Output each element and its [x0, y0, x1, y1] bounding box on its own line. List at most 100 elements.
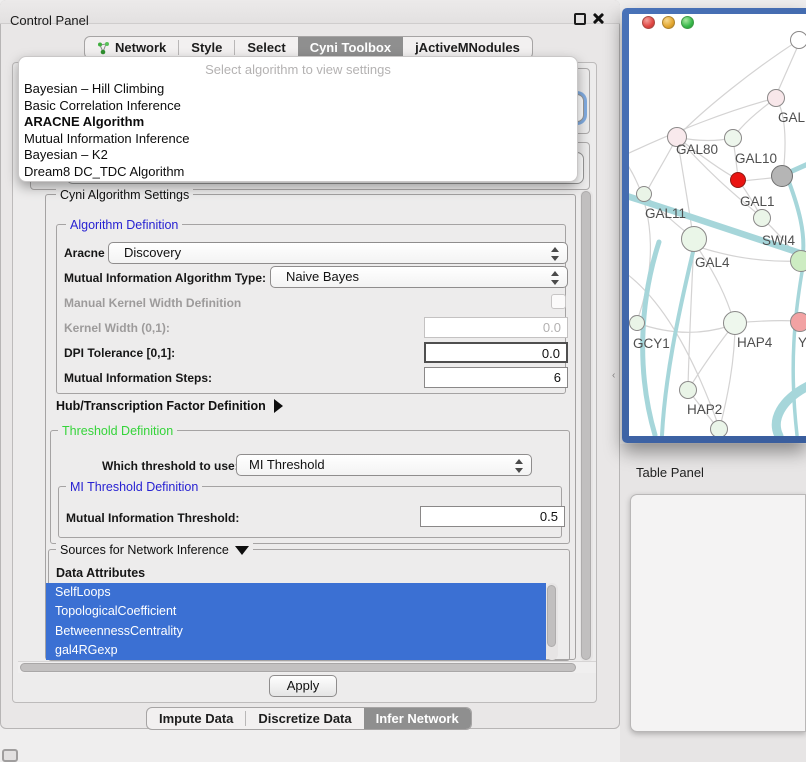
control-panel-titlebar[interactable]	[0, 0, 620, 24]
group-title: MI Threshold Definition	[66, 480, 202, 494]
attributes-scrollbar[interactable]	[546, 583, 558, 660]
node-red[interactable]	[730, 172, 746, 188]
node-gal7[interactable]	[767, 89, 785, 107]
node-label: Y	[798, 335, 806, 350]
node-label: GAL11	[645, 206, 686, 221]
cyni-bottom-tabbar: Impute Data Discretize Data Infer Networ…	[146, 707, 472, 730]
minimized-panel-icon[interactable]	[2, 749, 18, 762]
algorithm-option[interactable]: Mutual Information Inference	[19, 131, 577, 148]
desktop: Control Panel Network Style Select Cyni …	[0, 0, 806, 762]
algorithm-option[interactable]: Dream8 DC_TDC Algorithm	[19, 164, 577, 181]
manual-kernel-label: Manual Kernel Width Definition	[64, 296, 241, 310]
node-gal1[interactable]	[753, 209, 771, 227]
node-label: HAP4	[737, 335, 772, 350]
node-hap2[interactable]	[679, 381, 697, 399]
node-hap4[interactable]	[723, 311, 747, 335]
node-salmon[interactable]	[790, 312, 806, 332]
node-label: GAL4	[695, 255, 730, 270]
mi-type-label: Mutual Information Algorithm Type:	[64, 271, 266, 285]
node-label: GAL10	[735, 151, 777, 166]
node-gcy1[interactable]	[629, 315, 645, 331]
data-attributes-label: Data Attributes	[56, 566, 145, 580]
node-label: SWI4	[762, 233, 795, 248]
tab-label: Cyni Toolbox	[310, 40, 391, 55]
data-attributes-list[interactable]: SelfLoopsTopologicalCoefficientBetweenne…	[46, 583, 546, 660]
mi-threshold-label: Mutual Information Threshold:	[66, 511, 239, 525]
network-edges	[629, 14, 806, 436]
tab-infer-network[interactable]: Infer Network	[364, 707, 471, 730]
hub-definition-label: Hub/Transcription Factor Definition	[56, 399, 266, 413]
algorithm-option[interactable]: Bayesian – K2	[19, 147, 577, 164]
node-label: GAL1	[740, 194, 775, 209]
mi-threshold-input[interactable]: 0.5	[420, 506, 565, 527]
tab-label: jActiveMNodules	[415, 40, 520, 55]
node-unlabeled-top[interactable]	[790, 31, 806, 49]
tab-label: Discretize Data	[258, 711, 351, 726]
attribute-item[interactable]: gal4RGexp	[46, 641, 546, 660]
node-label: GAL80	[676, 142, 718, 157]
node-gal4[interactable]	[681, 226, 707, 252]
aracne-mode-select[interactable]: Discovery	[108, 242, 568, 264]
algorithm-dropdown-popup: Select algorithm to view settings Bayesi…	[18, 56, 578, 182]
node-gal10[interactable]	[724, 129, 742, 147]
algorithm-option[interactable]: ARACNE Algorithm	[19, 114, 577, 131]
float-window-icon[interactable]	[574, 13, 586, 25]
kernel-width-label: Kernel Width (0,1):	[64, 321, 170, 335]
network-view-window: GAL GAL80 GAL10 GAL1 GAL11 SWI4 GAL4 GCY1 HAP4 Y H…	[622, 8, 806, 443]
tab-label: Style	[191, 40, 222, 55]
algorithm-option-list: Bayesian – Hill ClimbingBasic Correlatio…	[19, 81, 577, 181]
hub-definition-expander[interactable]: Hub/Transcription Factor Definition	[56, 399, 283, 413]
panel-resize-handle[interactable]: ‹	[612, 370, 615, 381]
table-panel-title: Table Panel	[636, 465, 704, 480]
tab-discretize-data[interactable]: Discretize Data	[246, 707, 363, 730]
group-title: Algorithm Definition	[66, 218, 182, 232]
attribute-item[interactable]: TopologicalCoefficient	[46, 602, 546, 621]
attribute-item[interactable]: BetweennessCentrality	[46, 622, 546, 641]
node-table-window	[630, 494, 806, 732]
attribute-item[interactable]: SelfLoops	[46, 583, 546, 602]
settings-hscrollbar[interactable]	[18, 661, 596, 673]
which-threshold-select[interactable]: MI Threshold	[236, 454, 532, 476]
tab-impute-data[interactable]: Impute Data	[147, 707, 245, 730]
node-label: GAL	[778, 110, 805, 125]
tab-label: Infer Network	[376, 711, 459, 726]
sources-expander[interactable]: Sources for Network Inference	[56, 543, 253, 557]
window-minimize-icon[interactable]	[662, 16, 675, 29]
tab-label: Select	[247, 40, 285, 55]
window-close-icon[interactable]	[642, 16, 655, 29]
selected-value: MI Threshold	[249, 457, 325, 472]
dpi-tolerance-label: DPI Tolerance [0,1]:	[64, 346, 175, 360]
stepper-arrows-icon	[551, 270, 559, 286]
algorithm-option[interactable]: Basic Correlation Inference	[19, 98, 577, 115]
group-title: Threshold Definition	[58, 424, 177, 438]
control-panel-title: Control Panel	[10, 13, 89, 28]
stepper-arrows-icon	[515, 458, 523, 474]
node-swi4[interactable]	[790, 250, 806, 272]
apply-button[interactable]: Apply	[269, 675, 337, 697]
algorithm-option[interactable]: Bayesian – Hill Climbing	[19, 81, 577, 98]
collapse-arrow-icon	[235, 546, 249, 555]
mi-steps-input[interactable]: 6	[424, 367, 568, 388]
mi-algorithm-type-select[interactable]: Naive Bayes	[270, 266, 568, 288]
mi-steps-label: Mutual Information Steps:	[64, 371, 212, 385]
node-label: HAP2	[687, 402, 722, 417]
window-zoom-icon[interactable]	[681, 16, 694, 29]
node-label: GCY1	[633, 336, 670, 351]
node-bottom[interactable]	[710, 420, 728, 436]
expand-arrow-icon	[274, 399, 283, 413]
manual-kernel-checkbox[interactable]	[551, 294, 566, 309]
tab-label: Network	[115, 40, 166, 55]
sources-title: Sources for Network Inference	[60, 543, 229, 557]
node-gal11[interactable]	[636, 186, 652, 202]
stepper-arrows-icon	[551, 246, 559, 262]
which-threshold-label: Which threshold to use:	[102, 459, 239, 473]
dpi-tolerance-input[interactable]: 0.0	[424, 342, 568, 363]
tab-label: Impute Data	[159, 711, 233, 726]
settings-scrollbar[interactable]	[580, 190, 593, 662]
group-title: Cyni Algorithm Settings	[56, 188, 193, 202]
node-gray[interactable]	[771, 165, 793, 187]
network-canvas[interactable]: GAL GAL80 GAL10 GAL1 GAL11 SWI4 GAL4 GCY1 HAP4 Y H…	[629, 14, 806, 436]
close-icon[interactable]	[592, 12, 605, 25]
kernel-width-input[interactable]: 0.0	[424, 317, 568, 338]
selected-value: Discovery	[124, 245, 181, 260]
